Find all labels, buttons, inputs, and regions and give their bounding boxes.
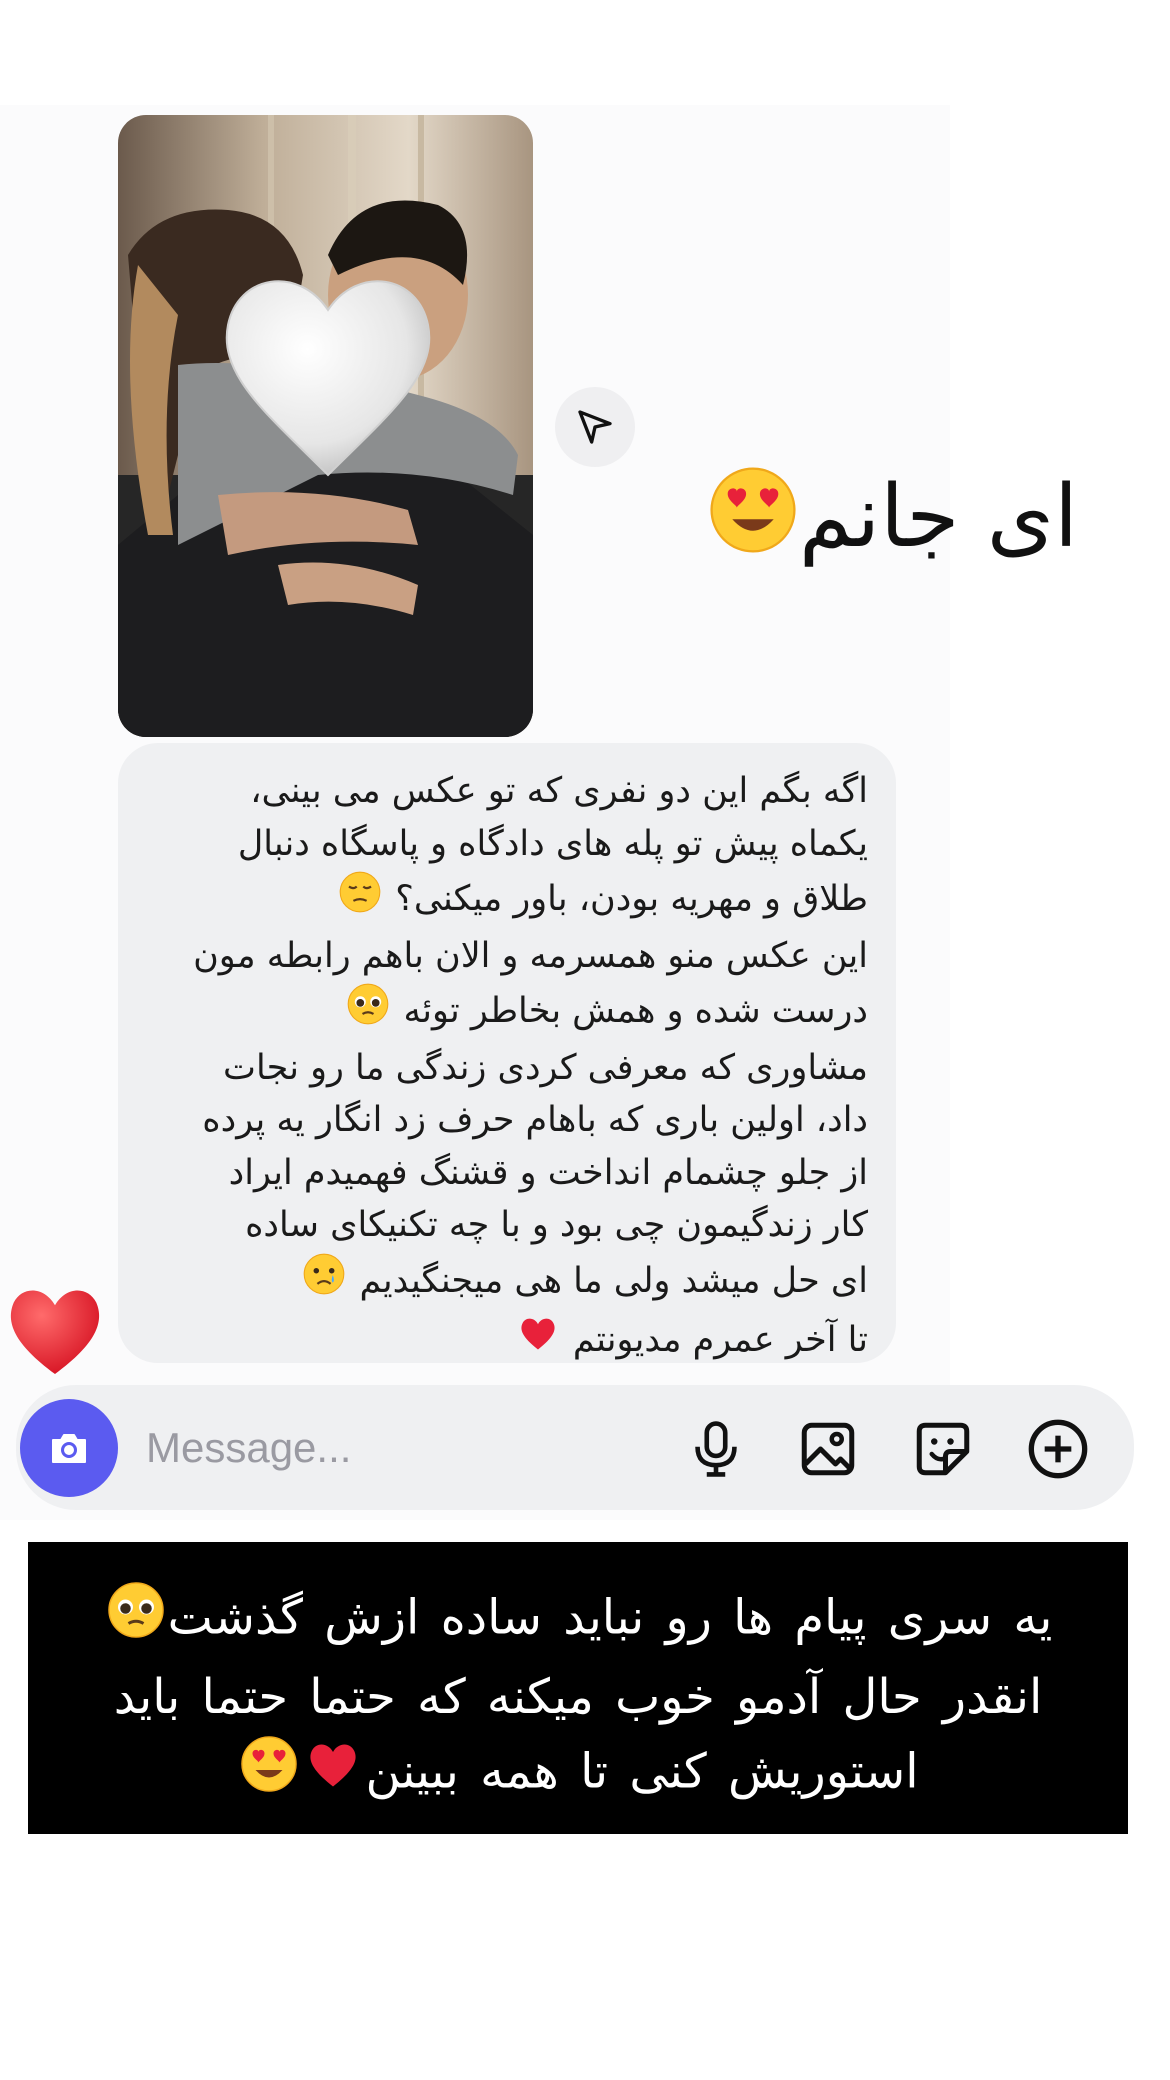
message-line-row: تا آخر عمرم مدیونتم <box>148 1311 868 1371</box>
crying-emoji-icon <box>302 1252 346 1312</box>
message-input[interactable] <box>144 1417 528 1479</box>
message-line: اگه بگم این دو نفری که تو عکس می بینی، <box>250 771 868 811</box>
message-line-row: درست شده و همش بخاطر توئه <box>148 982 868 1042</box>
send-icon <box>578 410 612 444</box>
story-line: انقدر حال آدمو خوب میکنه که حتما حتما با… <box>113 1669 1043 1725</box>
share-button[interactable] <box>555 387 635 467</box>
pensive-emoji-icon <box>338 870 382 930</box>
pleading-emoji-icon <box>106 1580 166 1661</box>
message-line: درست شده و همش بخاطر توئه <box>403 990 868 1031</box>
story-line-row: یه سری پیام ها رو نباید ساده ازش گذشت <box>58 1580 1098 1661</box>
sticker-icon[interactable] <box>909 1415 977 1483</box>
story-note-text: یه سری پیام ها رو نباید ساده ازش گذشت ان… <box>58 1580 1098 1815</box>
message-line: تا آخر عمرم مدیونتم <box>572 1319 868 1360</box>
red-heart-icon <box>0 1275 110 1385</box>
message-line: از جلو چشمام انداخت و قشنگ فهمیدم ایراد <box>228 1152 868 1193</box>
message-line: این عکس منو همسرمه و الان باهم رابطه مون <box>193 935 868 976</box>
heart-eyes-emoji-icon <box>707 464 799 582</box>
story-line: استوریش کنی تا همه ببینن <box>365 1743 919 1800</box>
story-line-row: استوریش کنی تا همه ببینن <box>58 1734 1098 1815</box>
message-line: طلاق و مهریه بودن، باور میکنی؟ <box>395 878 868 919</box>
caption-text: ای جانم <box>798 467 1078 567</box>
couple-photo-image <box>118 115 533 737</box>
message-line-row: ای حل میشد ولی ما هی میجنگیدیم <box>148 1252 868 1312</box>
plus-circle-icon[interactable] <box>1024 1415 1092 1483</box>
message-line: ای حل میشد ولی ما هی میجنگیدیم <box>359 1260 868 1301</box>
message-line: کار زندگیمون چی بود و با چه تکنیکای ساده <box>245 1205 868 1245</box>
message-line-row: طلاق و مهریه بودن، باور میکنی؟ <box>148 870 868 930</box>
message-text: اگه بگم این دو نفری که تو عکس می بینی، ی… <box>148 765 868 1371</box>
camera-icon <box>52 1434 86 1463</box>
shared-photo[interactable] <box>118 115 533 737</box>
message-line: داد، اولین باری که باهام حرف زد انگار یه… <box>202 1100 868 1140</box>
story-line: یه سری پیام ها رو نباید ساده ازش گذشت <box>167 1589 1053 1646</box>
heart-eyes-emoji-icon <box>239 1734 299 1815</box>
message-line: یکماه پیش تو پله های دادگاه و پاسگاه دنب… <box>237 823 868 864</box>
camera-button[interactable] <box>20 1399 118 1497</box>
image-icon[interactable] <box>794 1415 862 1483</box>
message-line: مشاوری که معرفی کردی زندگی ما رو نجات <box>223 1047 868 1088</box>
message-bubble[interactable]: اگه بگم این دو نفری که تو عکس می بینی، ی… <box>118 743 896 1363</box>
pleading-emoji-icon <box>346 982 390 1042</box>
story-note-box: یه سری پیام ها رو نباید ساده ازش گذشت ان… <box>28 1542 1128 1834</box>
photo-caption: ای جانم <box>608 462 1078 582</box>
message-composer <box>16 1385 1134 1510</box>
microphone-icon[interactable] <box>682 1415 750 1483</box>
red-heart-emoji-icon <box>303 1734 363 1815</box>
red-heart-emoji-icon <box>516 1311 560 1371</box>
